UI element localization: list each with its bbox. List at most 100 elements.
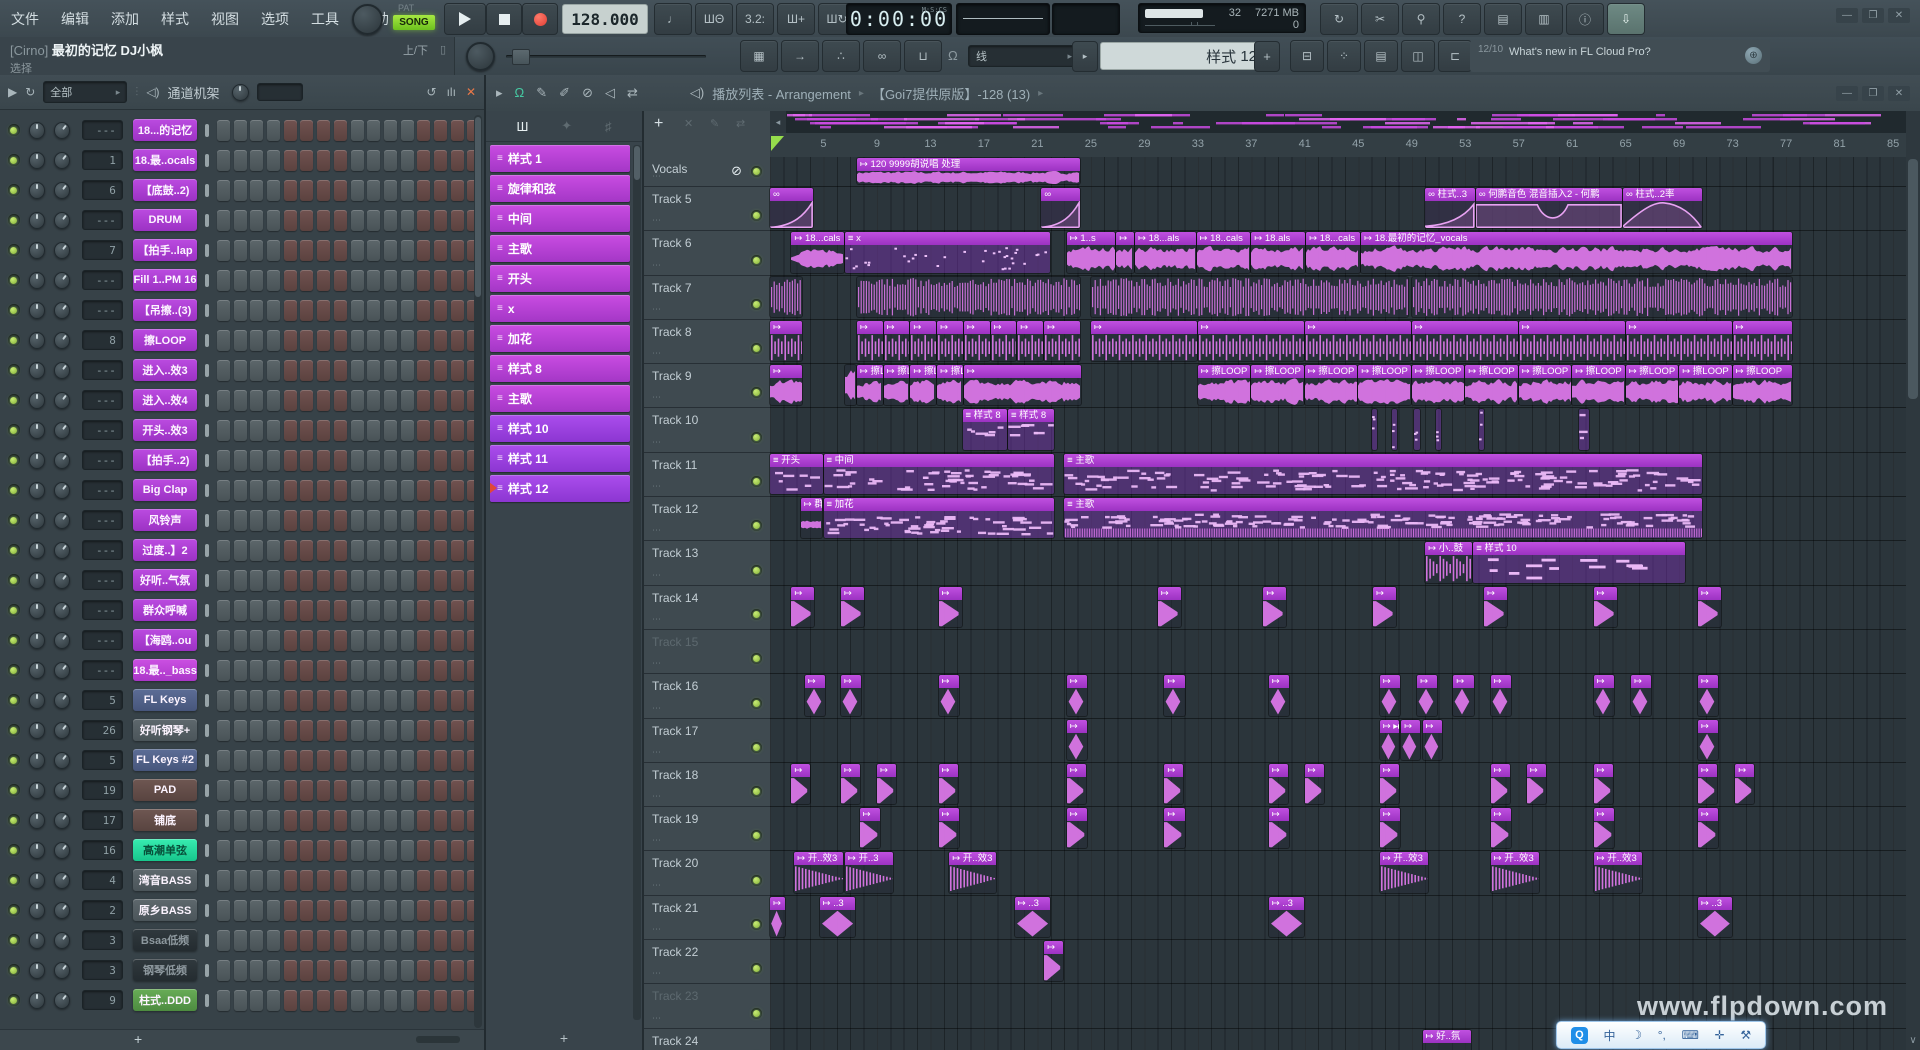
step-cell[interactable] <box>334 720 347 741</box>
snap-selector[interactable]: 线▸ <box>968 45 1080 67</box>
add-pattern-footer-button[interactable]: + <box>486 1030 642 1046</box>
step-cell[interactable] <box>367 660 380 681</box>
step-cell[interactable] <box>317 930 330 951</box>
step-cell[interactable] <box>267 720 280 741</box>
track-options-dots[interactable]: ⋯ <box>652 791 662 802</box>
step-cell[interactable] <box>284 510 297 531</box>
step-cell[interactable] <box>384 750 397 771</box>
step-cell[interactable] <box>317 270 330 291</box>
step-cell[interactable] <box>284 630 297 651</box>
step-cell[interactable] <box>417 540 430 561</box>
step-cell[interactable] <box>367 900 380 921</box>
clip[interactable]: ↦ <box>805 675 825 715</box>
channel-number-box[interactable]: 26 <box>82 720 123 740</box>
step-cell[interactable] <box>317 990 330 1011</box>
step-cell[interactable] <box>217 690 230 711</box>
volume-knob[interactable] <box>54 272 70 289</box>
step-cell[interactable] <box>234 450 247 471</box>
pattern-item[interactable]: ≡主歌 <box>490 235 630 262</box>
menu-item-6[interactable]: 选项 <box>250 0 300 29</box>
clip[interactable]: ↦ <box>1269 675 1289 715</box>
volume-knob[interactable] <box>54 122 70 139</box>
step-cell[interactable] <box>300 750 313 771</box>
step-cell[interactable] <box>451 750 464 771</box>
clip[interactable]: ↦ 擦LOOP <box>1251 365 1304 405</box>
clip[interactable]: ↦ 擦LOOP <box>1519 365 1572 405</box>
pan-knob[interactable] <box>29 932 45 949</box>
step-cell[interactable] <box>384 540 397 561</box>
clip[interactable]: ↦ <box>1380 675 1400 715</box>
track-header[interactable]: Track 12⋯ <box>644 497 770 541</box>
step-cell[interactable] <box>417 240 430 261</box>
channel-led[interactable] <box>8 394 20 406</box>
step-cell[interactable] <box>250 360 263 381</box>
clip[interactable]: ≡ 中间 <box>824 454 1054 494</box>
channel-led[interactable] <box>8 154 20 166</box>
menu-item-3[interactable]: 添加 <box>100 0 150 29</box>
step-cell[interactable] <box>267 540 280 561</box>
step-cell[interactable] <box>234 690 247 711</box>
step-cell[interactable] <box>234 240 247 261</box>
step-cell[interactable] <box>367 720 380 741</box>
step-cell[interactable] <box>300 690 313 711</box>
step-cell[interactable] <box>351 120 364 141</box>
step-cell[interactable] <box>234 660 247 681</box>
bpm-display[interactable]: 128.000 <box>562 4 648 34</box>
track-options-dots[interactable]: ⋯ <box>652 392 662 403</box>
track-options-dots[interactable]: ⋯ <box>652 260 662 271</box>
track-lane[interactable]: ↦↦↦↦↦↦↦↦↦ <box>770 807 1906 851</box>
clip[interactable] <box>770 277 802 317</box>
clip[interactable]: ∞ 柱式..2率 <box>1623 188 1702 228</box>
channel-mute-indicator[interactable] <box>205 634 209 647</box>
step-cell[interactable] <box>250 240 263 261</box>
step-cell[interactable] <box>300 360 313 381</box>
step-cell[interactable] <box>217 390 230 411</box>
magnet-icon[interactable]: Ω <box>515 85 525 101</box>
step-cell[interactable] <box>334 150 347 171</box>
channel-button[interactable]: 好听..气氛 <box>133 569 197 591</box>
pan-knob[interactable] <box>29 752 45 769</box>
track-options-dots[interactable]: ⋯ <box>652 924 662 935</box>
clip[interactable]: ↦ <box>1067 808 1087 848</box>
step-cell[interactable] <box>317 480 330 501</box>
clip[interactable]: ↦ 好..氛 <box>1423 1030 1472 1050</box>
step-cell[interactable] <box>250 750 263 771</box>
clip[interactable]: ↦ <box>1484 587 1507 627</box>
step-cell[interactable] <box>367 750 380 771</box>
track-header[interactable]: Track 23⋯ <box>644 984 770 1028</box>
step-cell[interactable] <box>451 660 464 681</box>
step-cell[interactable] <box>434 360 447 381</box>
track-options-dots[interactable]: ⋯ <box>652 437 662 448</box>
scrollbar-thumb[interactable] <box>1908 159 1918 399</box>
step-cell[interactable] <box>367 480 380 501</box>
step-cell[interactable] <box>217 120 230 141</box>
channel-led[interactable] <box>8 724 20 736</box>
channel-number-box[interactable]: --- <box>82 420 123 440</box>
step-cell[interactable] <box>267 300 280 321</box>
step-cell[interactable] <box>384 900 397 921</box>
clip[interactable]: ↦ <box>884 321 910 361</box>
channel-rack-button[interactable]: ▤ <box>1364 40 1398 72</box>
step-cell[interactable] <box>250 480 263 501</box>
track-lane[interactable]: ≡ 样式 8≡ 样式 8 <box>770 408 1906 452</box>
volume-knob[interactable] <box>54 182 70 199</box>
channel-number-box[interactable]: --- <box>82 390 123 410</box>
step-cell[interactable] <box>351 600 364 621</box>
swap-track-icon[interactable]: ⇄ <box>736 117 745 130</box>
volume-knob[interactable] <box>54 722 70 739</box>
channel-number-box[interactable]: --- <box>82 540 123 560</box>
track-lane[interactable]: ↦ 群..喊≡ 加花≡ 主歌 <box>770 497 1906 541</box>
channel-number-box[interactable]: 5 <box>82 750 123 770</box>
track-options-dots[interactable]: ⋯ <box>652 481 662 492</box>
step-cell[interactable] <box>417 390 430 411</box>
step-cell[interactable] <box>434 570 447 591</box>
step-cell[interactable] <box>417 300 430 321</box>
track-led[interactable] <box>751 520 762 531</box>
clip[interactable]: ↦ <box>1491 675 1511 715</box>
step-cell[interactable] <box>217 960 230 981</box>
step-cell[interactable] <box>234 570 247 591</box>
step-cell[interactable] <box>267 510 280 531</box>
channel-led[interactable] <box>8 364 20 376</box>
channel-mute-indicator[interactable] <box>205 424 209 437</box>
channel-filter-dropdown[interactable]: 全部▸ <box>43 81 127 103</box>
